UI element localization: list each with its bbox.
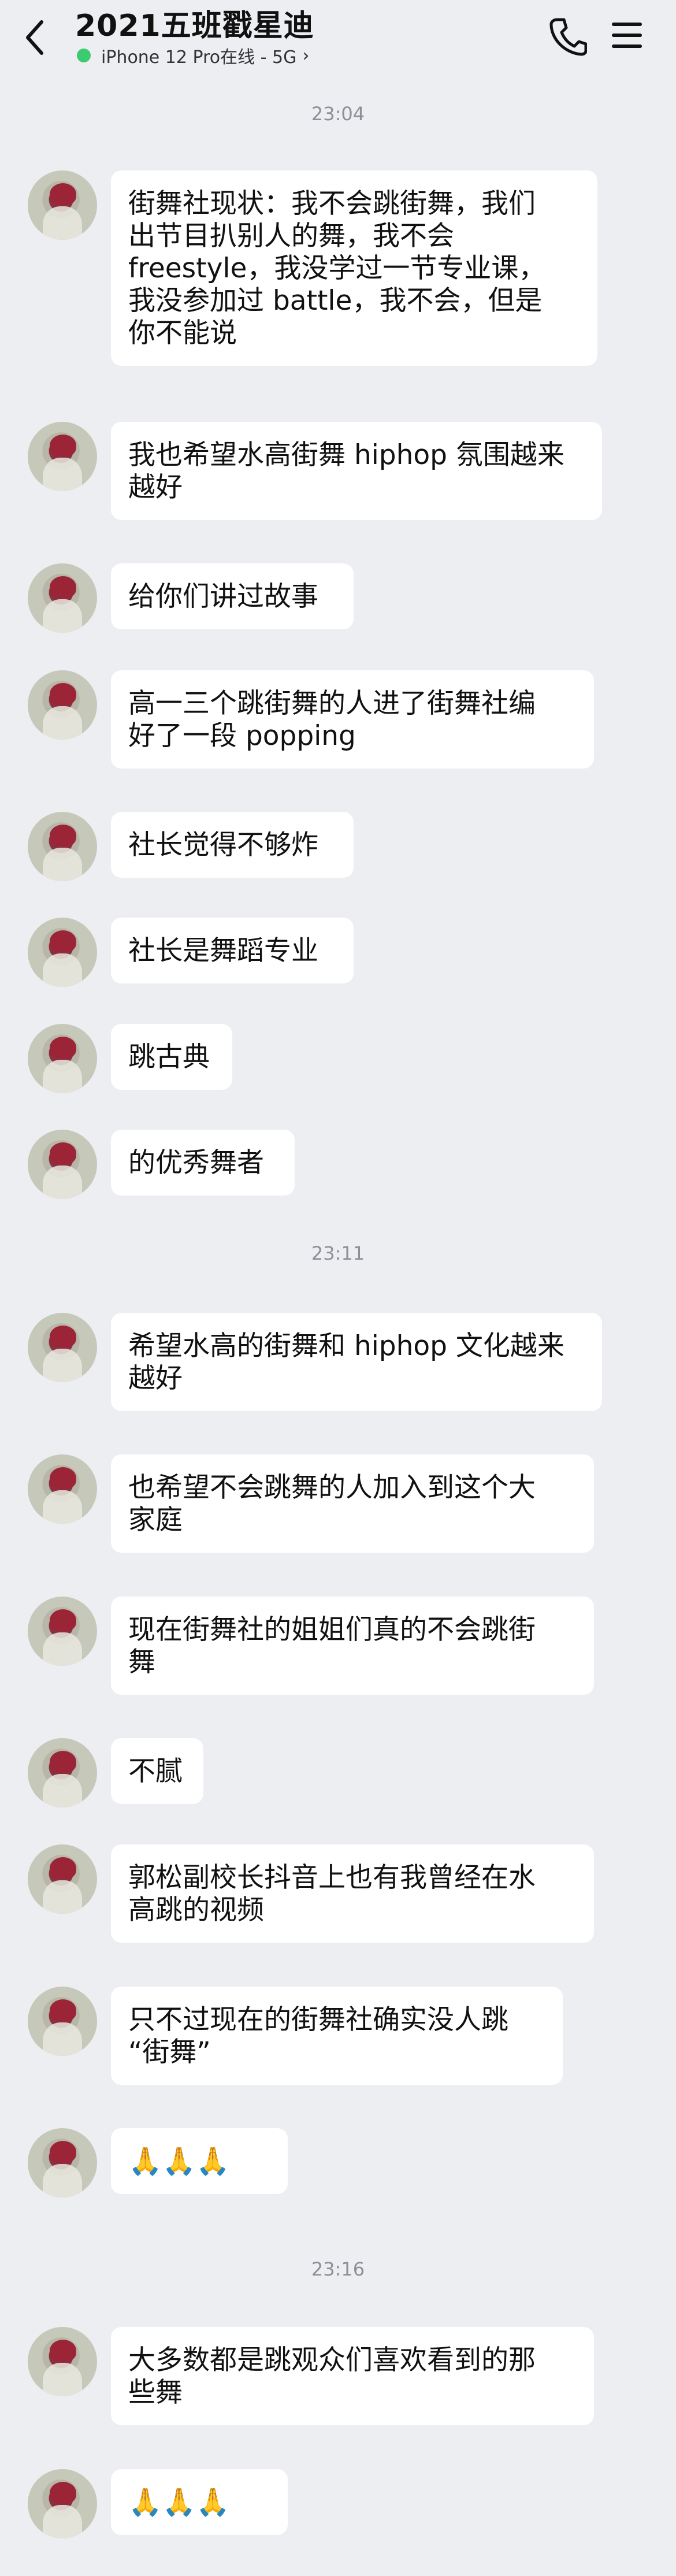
message-bubble[interactable]: 跳古典 bbox=[111, 1024, 232, 1090]
avatar[interactable] bbox=[28, 1738, 97, 1807]
timestamp: 23:16 bbox=[311, 2258, 365, 2280]
message-bubble[interactable]: 🙏🙏🙏 bbox=[111, 2469, 288, 2535]
avatar[interactable] bbox=[28, 1130, 97, 1199]
online-status-text: iPhone 12 Pro在线 - 5G bbox=[101, 47, 297, 68]
avatar[interactable] bbox=[28, 1454, 97, 1524]
avatar[interactable] bbox=[28, 1844, 97, 1914]
message-bubble[interactable]: 我也希望水高街舞 hiphop 氛围越来 越好 bbox=[111, 422, 602, 520]
message-bubble[interactable]: 现在街舞社的姐姐们真的不会跳街舞 bbox=[111, 1597, 594, 1695]
avatar[interactable] bbox=[28, 170, 97, 240]
message-bubble[interactable]: 高一三个跳街舞的人进了街舞社编 好了一段 popping bbox=[111, 670, 594, 769]
avatar[interactable] bbox=[28, 422, 97, 491]
message-bubble[interactable]: 大多数都是跳观众们喜欢看到的那 些舞 bbox=[111, 2327, 594, 2425]
timestamp: 23:11 bbox=[311, 1242, 365, 1264]
chevron-right-icon: › bbox=[302, 45, 310, 66]
message-bubble[interactable]: 🙏🙏🙏 bbox=[111, 2128, 288, 2194]
emoji-text: 🙏🙏🙏 bbox=[128, 2146, 230, 2177]
avatar[interactable] bbox=[28, 563, 97, 633]
back-chevron-icon[interactable] bbox=[23, 17, 46, 58]
avatar[interactable] bbox=[28, 1597, 97, 1666]
online-status[interactable]: iPhone 12 Pro在线 - 5G › bbox=[77, 43, 309, 68]
avatar[interactable] bbox=[28, 2327, 97, 2396]
message-bubble[interactable]: 只不过现在的街舞社确实没人跳 “街舞” bbox=[111, 1987, 563, 2085]
message-bubble[interactable]: 社长觉得不够炸 bbox=[111, 812, 354, 878]
avatar[interactable] bbox=[28, 1313, 97, 1382]
message-bubble[interactable]: 不腻 bbox=[111, 1738, 203, 1804]
avatar[interactable] bbox=[28, 1987, 97, 2056]
message-bubble[interactable]: 希望水高的街舞和 hiphop 文化越来 越好 bbox=[111, 1313, 602, 1411]
avatar[interactable] bbox=[28, 670, 97, 740]
avatar[interactable] bbox=[28, 2469, 97, 2538]
emoji-text: 🙏🙏🙏 bbox=[128, 2486, 230, 2518]
timestamp: 23:04 bbox=[311, 103, 365, 125]
message-bubble[interactable]: 给你们讲过故事 bbox=[111, 563, 354, 629]
menu-icon[interactable] bbox=[611, 21, 642, 50]
avatar[interactable] bbox=[28, 812, 97, 881]
message-bubble[interactable]: 郭松副校长抖音上也有我曾经在水 高跳的视频 bbox=[111, 1844, 594, 1943]
online-dot-icon bbox=[77, 49, 91, 62]
message-bubble[interactable]: 社长是舞蹈专业 bbox=[111, 918, 354, 983]
message-bubble[interactable]: 也希望不会跳舞的人加入到这个大 家庭 bbox=[111, 1454, 594, 1553]
avatar[interactable] bbox=[28, 2128, 97, 2198]
avatar[interactable] bbox=[28, 918, 97, 987]
chat-header: 2021五班戳星迪 iPhone 12 Pro在线 - 5G › bbox=[0, 0, 676, 74]
message-bubble[interactable]: 的优秀舞者 bbox=[111, 1130, 295, 1196]
message-bubble[interactable]: 街舞社现状：我不会跳街舞，我们 出节目扒别人的舞，我不会 freestyle，我没学… bbox=[111, 170, 597, 366]
avatar[interactable] bbox=[28, 1024, 97, 1093]
chat-title[interactable]: 2021五班戳星迪 bbox=[75, 1, 314, 44]
phone-call-icon[interactable] bbox=[549, 16, 587, 57]
